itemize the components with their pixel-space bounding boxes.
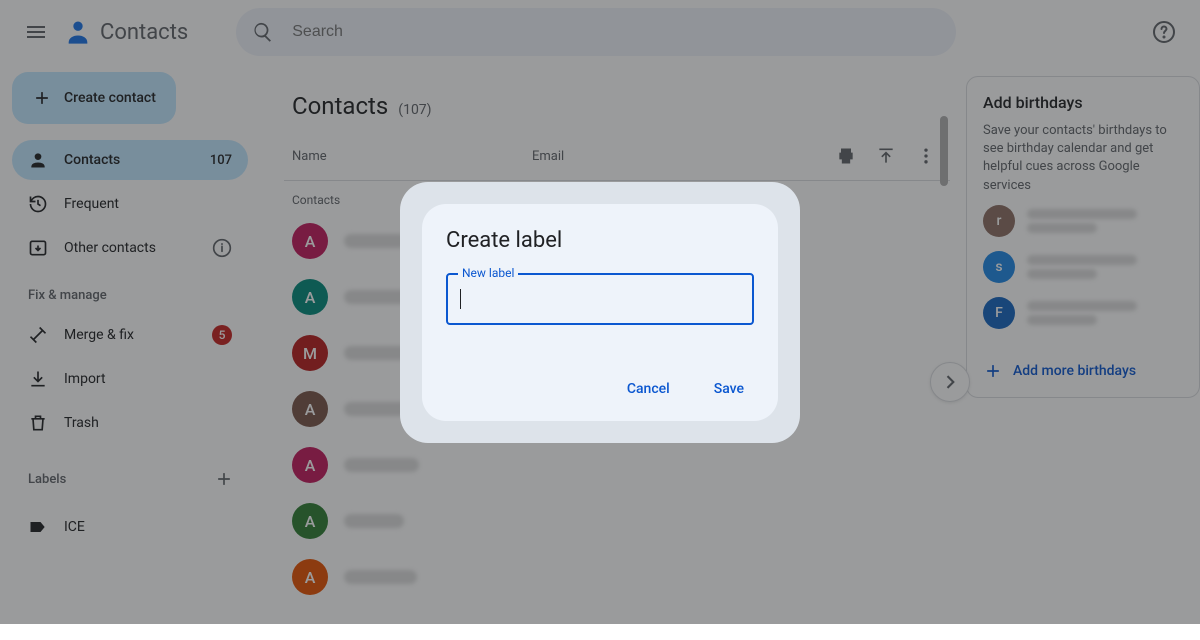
new-label-input[interactable] — [448, 275, 752, 323]
modal-container: Create label New label Cancel Save — [400, 182, 800, 443]
new-label-field[interactable]: New label — [446, 273, 754, 325]
create-label-dialog: Create label New label Cancel Save — [422, 204, 778, 421]
save-button[interactable]: Save — [704, 373, 754, 405]
field-label: New label — [458, 266, 518, 280]
cancel-button[interactable]: Cancel — [617, 373, 680, 405]
modal-scrim[interactable]: Create label New label Cancel Save — [0, 0, 1200, 624]
text-caret — [460, 289, 461, 309]
modal-title: Create label — [446, 228, 754, 253]
